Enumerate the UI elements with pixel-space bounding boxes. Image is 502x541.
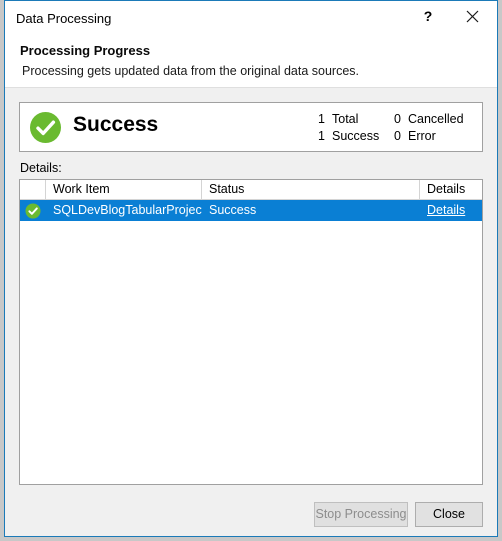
counter-total-value: 1 bbox=[318, 111, 325, 126]
table-row[interactable]: SQLDevBlogTabularProject Success Details bbox=[20, 200, 482, 221]
counter-error-label: Error bbox=[408, 128, 436, 143]
page-subtitle: Processing gets updated data from the or… bbox=[22, 64, 360, 78]
counter-cancelled-label: Cancelled bbox=[408, 111, 464, 126]
row-success-check-icon bbox=[20, 200, 46, 221]
stop-processing-button: Stop Processing bbox=[314, 502, 408, 527]
column-header-icon[interactable] bbox=[20, 180, 46, 199]
cell-status: Success bbox=[209, 203, 257, 217]
cell-work-item: SQLDevBlogTabularProject bbox=[53, 203, 202, 217]
success-check-icon bbox=[29, 111, 62, 144]
help-icon[interactable]: ? bbox=[411, 1, 445, 31]
dialog-body: Success 1 Total 0 Cancelled 1 Success 0 … bbox=[5, 89, 497, 536]
counter-total-label: Total bbox=[332, 111, 359, 126]
title-bar: Data Processing ? bbox=[5, 1, 497, 37]
close-icon[interactable] bbox=[455, 1, 489, 31]
counter-cancelled-value: 0 bbox=[394, 111, 401, 126]
cell-details: Details bbox=[420, 200, 482, 221]
status-panel: Success 1 Total 0 Cancelled 1 Success 0 … bbox=[19, 102, 483, 152]
window-title: Data Processing bbox=[16, 11, 112, 26]
column-header-work-item[interactable]: Work Item bbox=[46, 180, 202, 199]
column-header-details[interactable]: Details bbox=[420, 180, 482, 199]
header-band: Processing Progress Processing gets upda… bbox=[5, 37, 497, 88]
close-button[interactable]: Close bbox=[415, 502, 483, 527]
counter-success-label: Success bbox=[332, 128, 380, 143]
status-badge: Success bbox=[73, 113, 159, 136]
data-processing-dialog: Data Processing ? Processing Progress Pr… bbox=[4, 0, 498, 537]
counter-success-value: 1 bbox=[318, 128, 325, 143]
details-list-label: Details: bbox=[20, 161, 62, 175]
details-list[interactable]: Work Item Status Details SQLDevBlogTabul… bbox=[19, 179, 483, 485]
page-title: Processing Progress bbox=[20, 43, 151, 58]
column-header-status[interactable]: Status bbox=[202, 180, 420, 199]
table-header-row: Work Item Status Details bbox=[20, 180, 482, 200]
details-link[interactable]: Details bbox=[427, 203, 465, 217]
counter-error-value: 0 bbox=[394, 128, 401, 143]
counters-grid: 1 Total 0 Cancelled 1 Success 0 Error bbox=[318, 110, 474, 144]
help-icon-glyph: ? bbox=[423, 8, 433, 24]
